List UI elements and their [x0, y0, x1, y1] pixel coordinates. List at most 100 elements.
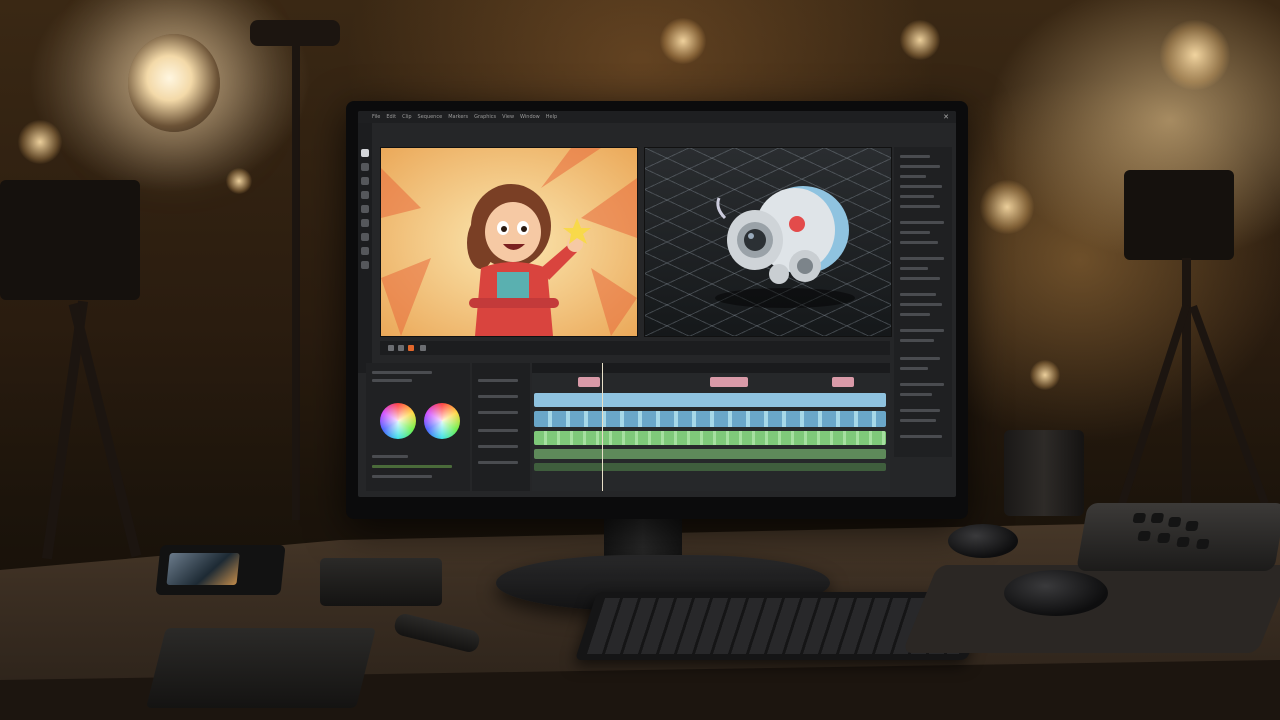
- program-monitor[interactable]: [644, 147, 892, 337]
- background-camera: [1124, 170, 1234, 260]
- panel-row[interactable]: [900, 185, 942, 188]
- panel-row[interactable]: [372, 455, 408, 458]
- audio-clip[interactable]: [534, 449, 886, 459]
- light-stand: [250, 20, 340, 46]
- menu-item-file[interactable]: File: [372, 114, 380, 120]
- panel-row[interactable]: [900, 257, 944, 260]
- panel-row[interactable]: [900, 195, 934, 198]
- panel-row[interactable]: [900, 221, 944, 224]
- track-headers: [472, 363, 530, 491]
- panel-row[interactable]: [900, 393, 932, 396]
- panel-row[interactable]: [900, 205, 940, 208]
- timeline-clip[interactable]: [578, 377, 600, 387]
- video-editor-window: File Edit Clip Sequence Markers Graphics…: [358, 111, 956, 497]
- timeline-clip[interactable]: [710, 377, 748, 387]
- video-clip-strip[interactable]: [534, 411, 886, 427]
- panel-row[interactable]: [900, 155, 930, 158]
- source-monitor[interactable]: [380, 147, 638, 337]
- timeline[interactable]: [532, 363, 890, 491]
- controller-button: [1137, 531, 1152, 541]
- panel-row[interactable]: [900, 329, 944, 332]
- panel-row[interactable]: [900, 357, 940, 360]
- color-wheel-shadows[interactable]: [380, 403, 416, 439]
- bokeh-light: [980, 180, 1034, 234]
- pen-icon[interactable]: [361, 219, 369, 227]
- menu-item-graphics[interactable]: Graphics: [474, 114, 496, 120]
- track-header-v1[interactable]: [478, 411, 518, 414]
- video-track-clip[interactable]: [534, 393, 886, 407]
- panel-row[interactable]: [372, 371, 432, 374]
- menu-item-clip[interactable]: Clip: [402, 114, 411, 120]
- panel-row[interactable]: [372, 379, 412, 382]
- track-header-v2[interactable]: [478, 395, 518, 398]
- studio-light: [128, 34, 220, 132]
- tripod-leg: [1182, 258, 1191, 508]
- panel-row[interactable]: [900, 339, 934, 342]
- controller-button: [1156, 533, 1171, 543]
- editing-controller: [1076, 503, 1280, 571]
- menu-item-view[interactable]: View: [502, 114, 514, 120]
- menu-item-edit[interactable]: Edit: [386, 114, 396, 120]
- close-icon[interactable]: ✕: [942, 113, 950, 121]
- light-stand: [292, 40, 300, 520]
- play-icon[interactable]: [398, 345, 404, 351]
- time-ruler[interactable]: [532, 363, 890, 373]
- panel-row[interactable]: [900, 267, 928, 270]
- playhead[interactable]: [602, 363, 603, 491]
- audio-clip-strip[interactable]: [534, 431, 886, 445]
- track-header-v3[interactable]: [478, 379, 518, 382]
- phone-screen: [166, 553, 240, 585]
- desk-control-pad: [146, 628, 376, 708]
- track-select-icon[interactable]: [361, 163, 369, 171]
- track-header-a3[interactable]: [478, 461, 518, 464]
- bokeh-light: [1030, 360, 1060, 390]
- effects-panel[interactable]: [894, 147, 952, 457]
- track-header-a2[interactable]: [478, 445, 518, 448]
- audio-clip[interactable]: [534, 463, 886, 471]
- cartoon-character-frame: [381, 148, 637, 336]
- panel-row[interactable]: [900, 435, 942, 438]
- panel-row[interactable]: [372, 475, 432, 478]
- bokeh-light: [660, 18, 706, 64]
- transport-controls: [380, 341, 890, 355]
- panel-row[interactable]: [900, 409, 940, 412]
- menu-item-help[interactable]: Help: [546, 114, 557, 120]
- menu-item-window[interactable]: Window: [520, 114, 540, 120]
- hand-icon[interactable]: [361, 233, 369, 241]
- panel-row[interactable]: [900, 303, 942, 306]
- bokeh-light: [900, 20, 940, 60]
- panel-row[interactable]: [900, 241, 938, 244]
- bokeh-light: [1160, 20, 1230, 90]
- panel-row[interactable]: [900, 293, 936, 296]
- step-back-icon[interactable]: [388, 345, 394, 351]
- panel-row[interactable]: [900, 175, 926, 178]
- panel-row[interactable]: [900, 277, 940, 280]
- monitor: File Edit Clip Sequence Markers Graphics…: [346, 101, 968, 519]
- ripple-edit-icon[interactable]: [361, 177, 369, 185]
- mouse: [1004, 570, 1108, 616]
- bokeh-light: [18, 120, 62, 164]
- controller-button: [1132, 513, 1147, 523]
- panel-row[interactable]: [900, 419, 936, 422]
- controller-button: [1176, 537, 1190, 547]
- desk-box: [320, 558, 442, 606]
- razor-icon[interactable]: [361, 191, 369, 199]
- record-icon[interactable]: [408, 345, 414, 351]
- track-header-a1[interactable]: [478, 429, 518, 432]
- panel-row[interactable]: [372, 465, 452, 468]
- panel-row[interactable]: [900, 231, 930, 234]
- selection-icon[interactable]: [361, 149, 369, 157]
- menu-item-sequence[interactable]: Sequence: [418, 114, 443, 120]
- panel-row[interactable]: [900, 367, 928, 370]
- type-icon[interactable]: [361, 261, 369, 269]
- bokeh-light: [226, 168, 252, 194]
- color-wheel-highlights[interactable]: [424, 403, 460, 439]
- zoom-icon[interactable]: [361, 247, 369, 255]
- panel-row[interactable]: [900, 383, 944, 386]
- slip-icon[interactable]: [361, 205, 369, 213]
- timeline-clip[interactable]: [832, 377, 854, 387]
- panel-row[interactable]: [900, 313, 930, 316]
- step-forward-icon[interactable]: [420, 345, 426, 351]
- menu-item-markers[interactable]: Markers: [448, 114, 468, 120]
- panel-row[interactable]: [900, 165, 940, 168]
